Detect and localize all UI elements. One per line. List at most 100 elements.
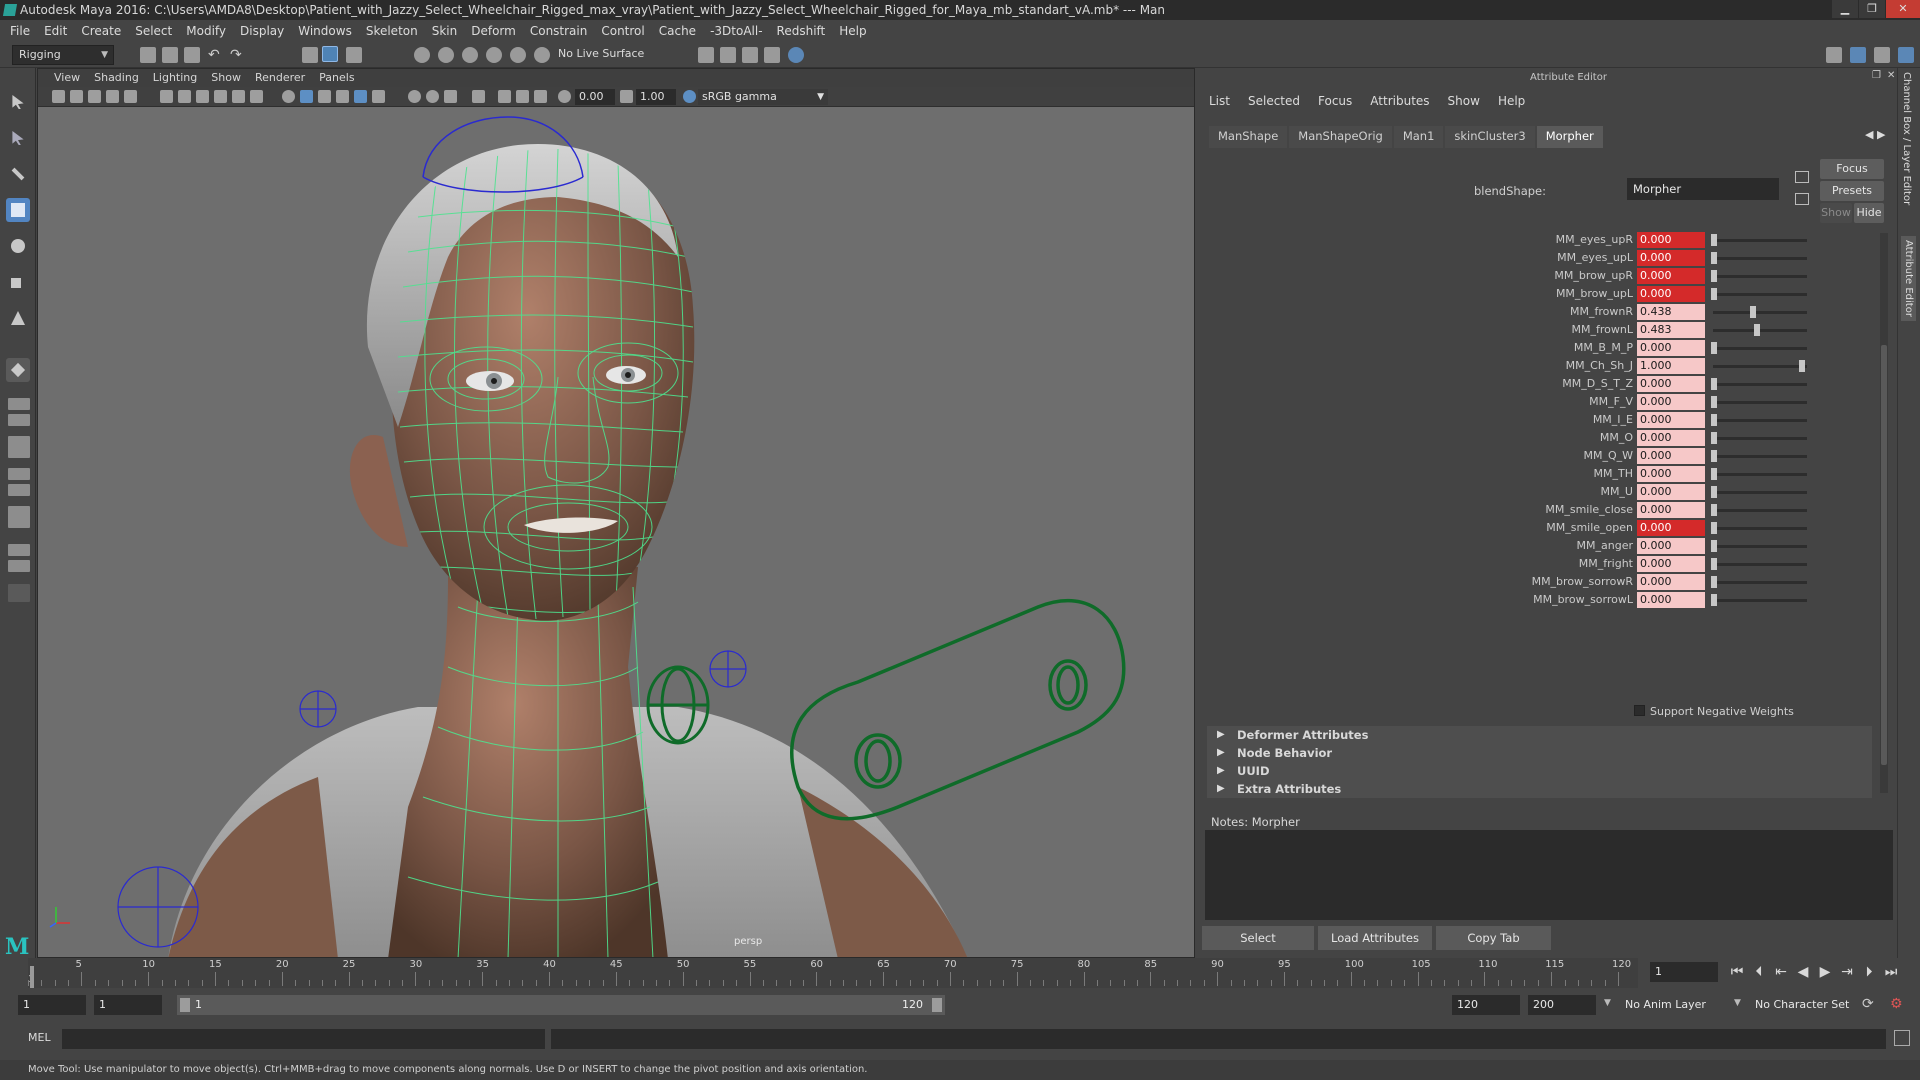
weight-slider-track[interactable] xyxy=(1713,239,1807,242)
open-scene-icon[interactable] xyxy=(162,47,178,63)
snap-grid-icon[interactable] xyxy=(414,47,430,63)
viewport-menu-panels[interactable]: Panels xyxy=(319,71,354,84)
playback-end-field[interactable]: 120 xyxy=(1452,995,1520,1015)
weight-slider-handle[interactable] xyxy=(1749,306,1756,318)
character-set-dropdown[interactable]: No Character Set xyxy=(1750,995,1860,1015)
2d-pan-zoom-icon[interactable] xyxy=(124,90,137,103)
weight-slider-track[interactable] xyxy=(1713,329,1807,332)
range-bar[interactable]: 1 120 xyxy=(177,995,945,1015)
notes-textarea[interactable] xyxy=(1205,830,1893,920)
attribute-value-field[interactable]: 0.000 xyxy=(1637,286,1705,302)
weight-slider-track[interactable] xyxy=(1713,419,1807,422)
menu-item-3dtoall[interactable]: -3DtoAll- xyxy=(710,24,762,38)
weight-slider-track[interactable] xyxy=(1713,347,1807,350)
menu-item-help[interactable]: Help xyxy=(839,24,866,38)
play-forwards-icon[interactable]: ▶ xyxy=(1814,964,1836,980)
viewport-panel[interactable]: View Shading Lighting Show Renderer Panels 0.… xyxy=(37,68,1195,958)
step-back-frame-icon[interactable]: ⏴ xyxy=(1748,964,1770,980)
mel-language-toggle[interactable]: MEL xyxy=(28,1031,51,1044)
animation-end-field[interactable]: 200 xyxy=(1528,995,1596,1015)
render-current-frame-icon[interactable] xyxy=(720,47,736,63)
float-panel-icon[interactable]: ❐ xyxy=(1872,70,1881,81)
output-connections-icon[interactable] xyxy=(1795,193,1809,205)
weight-slider-handle[interactable] xyxy=(1711,576,1717,588)
arm-joint-left[interactable] xyxy=(117,866,199,948)
layout-icon[interactable] xyxy=(1826,47,1842,63)
time-ruler[interactable]: 1510152025303540455055606570758085909510… xyxy=(28,958,1638,988)
color-space-dropdown[interactable]: sRGB gamma ▼ xyxy=(698,89,828,105)
viewport-menu-lighting[interactable]: Lighting xyxy=(153,71,197,84)
shoulder-joint-right[interactable] xyxy=(709,650,747,688)
attribute-value-field[interactable]: 0.000 xyxy=(1637,466,1705,482)
expand-arrow-icon[interactable]: ▶ xyxy=(1217,726,1225,744)
paint-select-tool-icon[interactable] xyxy=(6,162,30,186)
persp-uv-layout-icon[interactable] xyxy=(8,484,30,496)
more-layouts-icon[interactable] xyxy=(8,584,30,602)
attribute-value-field[interactable]: 0.000 xyxy=(1637,520,1705,536)
select-button[interactable]: Select xyxy=(1202,926,1314,950)
persp-graph-layout-icon[interactable] xyxy=(8,436,30,458)
gamma-icon[interactable] xyxy=(620,90,633,103)
input-connections-icon[interactable] xyxy=(1795,171,1809,183)
wireframe-icon[interactable] xyxy=(282,90,295,103)
close-panel-icon[interactable]: ✕ xyxy=(1887,70,1895,81)
menu-item-redshift[interactable]: Redshift xyxy=(777,24,826,38)
weight-slider-handle[interactable] xyxy=(1711,486,1717,498)
weight-slider-handle[interactable] xyxy=(1711,342,1717,354)
time-slider[interactable]: 1510152025303540455055606570758085909510… xyxy=(0,958,1920,988)
expand-arrow-icon[interactable]: ▶ xyxy=(1217,780,1225,798)
weight-slider-track[interactable] xyxy=(1713,509,1807,512)
weight-slider-handle[interactable] xyxy=(1753,324,1760,336)
current-frame-field[interactable]: 1 xyxy=(1650,962,1718,982)
shoulder-joint-left[interactable] xyxy=(299,690,337,728)
hypergraph-layout-icon[interactable] xyxy=(8,544,30,556)
show-button[interactable]: Show xyxy=(1820,203,1852,223)
snap-vertex-icon[interactable] xyxy=(534,47,550,63)
snap-view-plane-icon[interactable] xyxy=(486,47,502,63)
weight-slider-handle[interactable] xyxy=(1711,558,1717,570)
attribute-value-field[interactable]: 0.000 xyxy=(1637,376,1705,392)
save-scene-icon[interactable] xyxy=(184,47,200,63)
weight-slider-track[interactable] xyxy=(1713,257,1807,260)
scale-tool-icon[interactable] xyxy=(6,270,30,294)
menu-item-edit[interactable]: Edit xyxy=(44,24,67,38)
weight-slider-handle[interactable] xyxy=(1711,252,1717,264)
step-forward-frame-icon[interactable]: ⏵ xyxy=(1858,964,1880,980)
outliner-persp-layout-icon[interactable] xyxy=(8,506,30,528)
weight-slider-track[interactable] xyxy=(1713,401,1807,404)
attribute-value-field[interactable]: 1.000 xyxy=(1637,358,1705,374)
playback-start-field[interactable]: 1 xyxy=(94,995,162,1015)
safe-action-icon[interactable] xyxy=(250,90,263,103)
tab-manshape[interactable]: ManShape xyxy=(1209,126,1288,148)
section-extra-attributes[interactable]: ▶ Extra Attributes xyxy=(1207,780,1872,798)
channel-box-tab[interactable]: Channel Box / Layer Editor xyxy=(1901,72,1912,205)
ae-menu-show[interactable]: Show xyxy=(1448,94,1480,108)
ae-menu-help[interactable]: Help xyxy=(1498,94,1525,108)
color-management-icon[interactable] xyxy=(683,90,696,103)
gate-mask-icon[interactable] xyxy=(214,90,227,103)
weight-slider-track[interactable] xyxy=(1713,545,1807,548)
menu-item-constrain[interactable]: Constrain xyxy=(530,24,588,38)
expand-arrow-icon[interactable]: ▶ xyxy=(1217,744,1225,762)
camera-attributes-icon[interactable] xyxy=(70,90,83,103)
weight-slider-handle[interactable] xyxy=(1711,378,1717,390)
attribute-value-field[interactable]: 0.000 xyxy=(1637,448,1705,464)
xray-joints-icon[interactable] xyxy=(516,90,529,103)
attribute-value-field[interactable]: 0.000 xyxy=(1637,592,1705,608)
weight-slider-handle[interactable] xyxy=(1711,540,1717,552)
hypershade-icon[interactable] xyxy=(788,47,804,63)
menu-item-windows[interactable]: Windows xyxy=(298,24,352,38)
viewport-menu-view[interactable]: View xyxy=(54,71,80,84)
menu-item-control[interactable]: Control xyxy=(601,24,644,38)
weight-slider-track[interactable] xyxy=(1713,293,1807,296)
weight-slider-handle[interactable] xyxy=(1711,396,1717,408)
weight-slider-track[interactable] xyxy=(1713,383,1807,386)
attribute-editor-toggle-icon[interactable] xyxy=(1898,47,1914,63)
attribute-value-field[interactable]: 0.000 xyxy=(1637,430,1705,446)
attribute-value-field[interactable]: 0.000 xyxy=(1637,502,1705,518)
render-view-icon[interactable] xyxy=(698,47,714,63)
attribute-value-field[interactable]: 0.438 xyxy=(1637,304,1705,320)
four-view-layout-icon[interactable] xyxy=(8,398,30,410)
current-time-marker[interactable] xyxy=(30,966,34,988)
persp-hypershade-layout-icon[interactable] xyxy=(8,468,30,480)
